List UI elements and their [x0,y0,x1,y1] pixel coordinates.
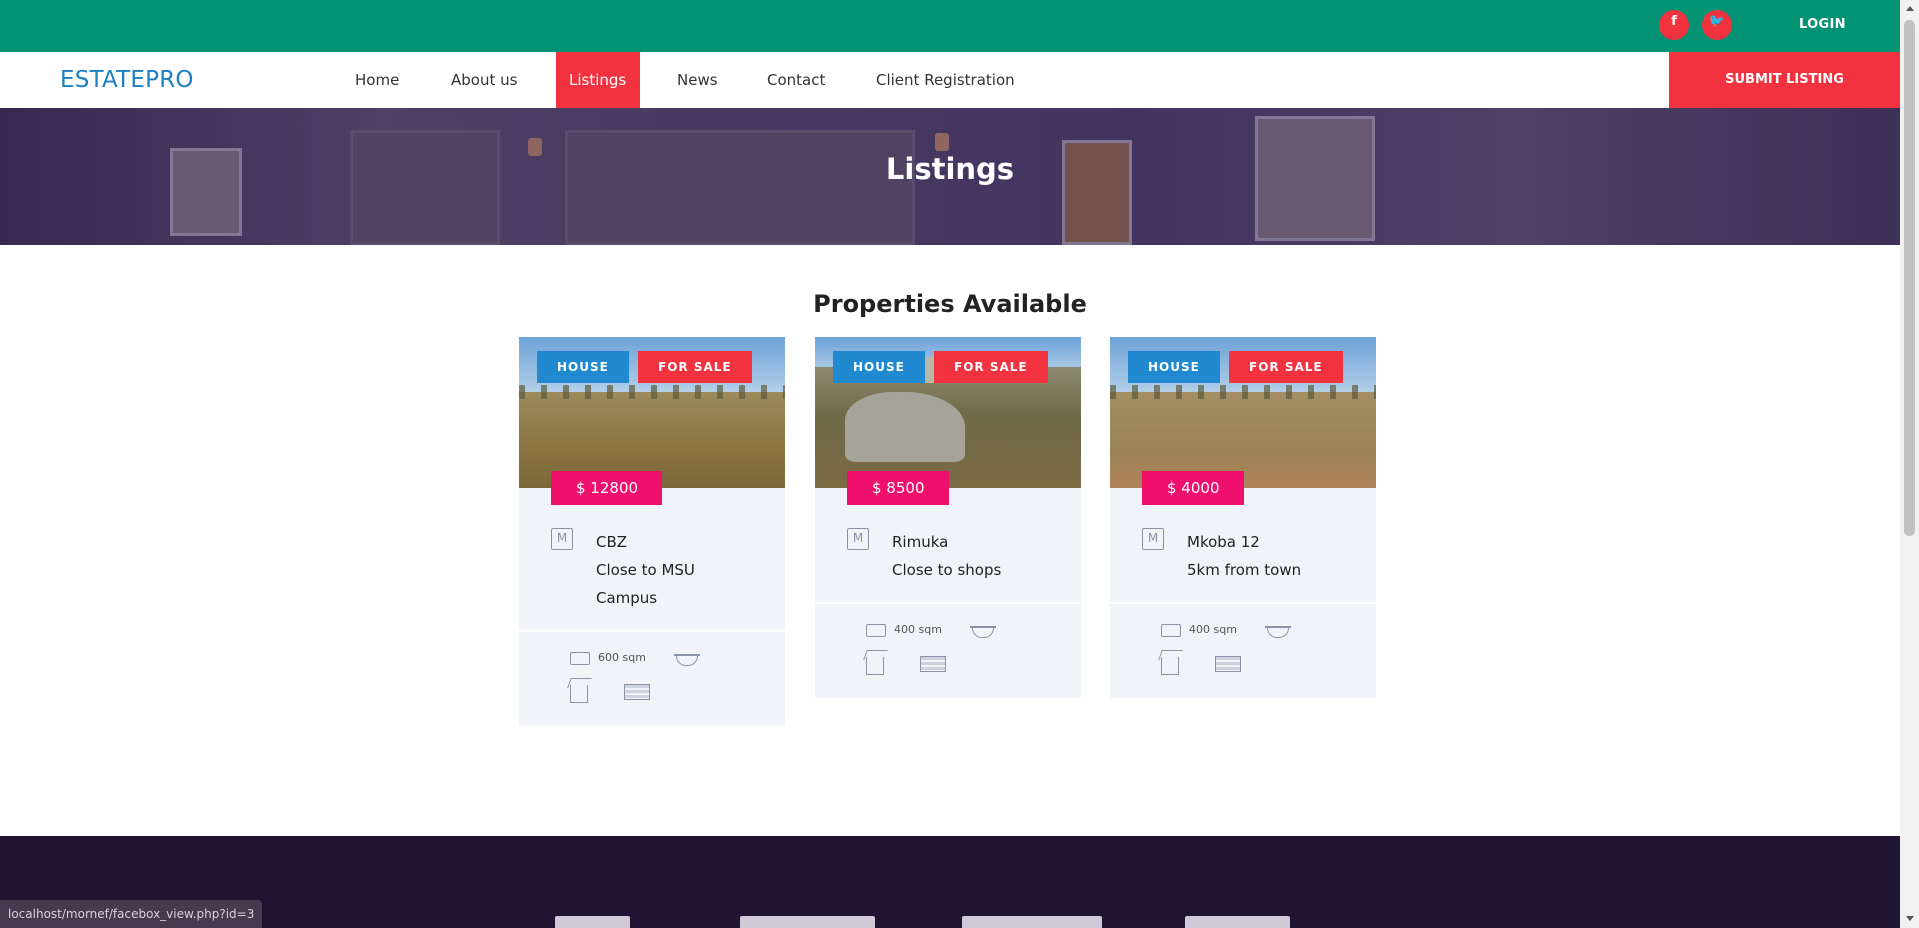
listing-description: Close to shops [892,561,1002,579]
listing-card[interactable]: HOUSE FOR SALE $ 12800 M CBZ Close to MS… [519,337,785,726]
facebook-icon[interactable]: f [1659,10,1689,40]
area-value: 400 sqm [894,623,942,636]
garage-icon [920,656,946,672]
location-icon: M [847,528,869,550]
bathroom-icon [1265,626,1291,638]
listing-details: M CBZ Close to MSU Campus [519,488,785,632]
listing-location: CBZ [596,533,628,551]
main-navbar: ESTATEPRO Home About us Listings News Co… [0,52,1900,108]
area-icon [866,623,886,637]
area-feature: 400 sqm [1161,623,1237,637]
house-icon [570,685,588,703]
page-title: Listings [885,152,1015,186]
listing-features: 400 sqm [815,604,1081,698]
house-icon [866,657,884,675]
footer-heading [740,916,875,928]
page-footer [0,836,1900,928]
area-icon [570,651,590,665]
top-bar: f 🐦 LOGIN [0,0,1900,52]
listing-location: Rimuka [892,533,949,551]
nav-listings[interactable]: Listings [556,52,640,108]
type-badge: HOUSE [537,351,629,383]
login-link[interactable]: LOGIN [1799,17,1846,32]
listing-features: 600 sqm [519,632,785,726]
submit-listing-button[interactable]: SUBMIT LISTING [1669,52,1900,108]
footer-heading [962,916,1102,928]
listing-location: Mkoba 12 [1187,533,1260,551]
status-badge: FOR SALE [934,351,1048,383]
listing-details: M Rimuka Close to shops [815,488,1081,604]
footer-heading [1185,916,1290,928]
price-badge: $ 12800 [551,471,663,505]
nav-contact[interactable]: Contact [754,52,838,108]
status-badge: FOR SALE [1229,351,1343,383]
nav-about-us[interactable]: About us [438,52,530,108]
area-value: 600 sqm [598,651,646,664]
site-logo[interactable]: ESTATEPRO [60,67,194,93]
type-badge: HOUSE [833,351,925,383]
house-icon [1161,657,1179,675]
hero-banner: Listings [0,108,1900,245]
browser-status-url: localhost/mornef/facebox_view.php?id=3 [0,900,263,928]
listing-photo[interactable]: HOUSE FOR SALE [1110,337,1376,488]
listing-features: 400 sqm [1110,604,1376,698]
area-feature: 400 sqm [866,623,942,637]
type-badge: HOUSE [1128,351,1220,383]
location-icon: M [1142,528,1164,550]
status-badge: FOR SALE [638,351,752,383]
nav-home[interactable]: Home [342,52,412,108]
location-icon: M [551,528,573,550]
bathroom-icon [674,654,700,666]
footer-headings-cutoff [0,916,1900,928]
nav-news[interactable]: News [664,52,731,108]
twitter-icon[interactable]: 🐦 [1702,10,1732,40]
price-badge: $ 4000 [1142,471,1244,505]
area-icon [1161,623,1181,637]
footer-heading [555,916,630,928]
nav-client-registration[interactable]: Client Registration [863,52,1028,108]
garage-icon [1215,656,1241,672]
listing-card[interactable]: HOUSE FOR SALE $ 8500 M Rimuka Close to … [815,337,1081,698]
listing-photo[interactable]: HOUSE FOR SALE [815,337,1081,488]
listing-description: Campus [596,589,658,607]
bathroom-icon [970,626,996,638]
listing-details: M Mkoba 12 5km from town [1110,488,1376,604]
listing-description: 5km from town [1187,561,1302,579]
listing-description: Close to MSU [596,561,695,579]
price-badge: $ 8500 [847,471,949,505]
scroll-down-arrow-icon[interactable] [1906,916,1914,921]
section-title: Properties Available [813,290,1087,318]
listing-card[interactable]: HOUSE FOR SALE $ 4000 M Mkoba 12 5km fro… [1110,337,1376,698]
scroll-up-arrow-icon[interactable] [1906,6,1914,11]
area-value: 400 sqm [1189,623,1237,636]
listing-photo[interactable]: HOUSE FOR SALE [519,337,785,488]
garage-icon [624,684,650,700]
scrollbar-thumb[interactable] [1904,20,1915,536]
area-feature: 600 sqm [570,651,646,665]
